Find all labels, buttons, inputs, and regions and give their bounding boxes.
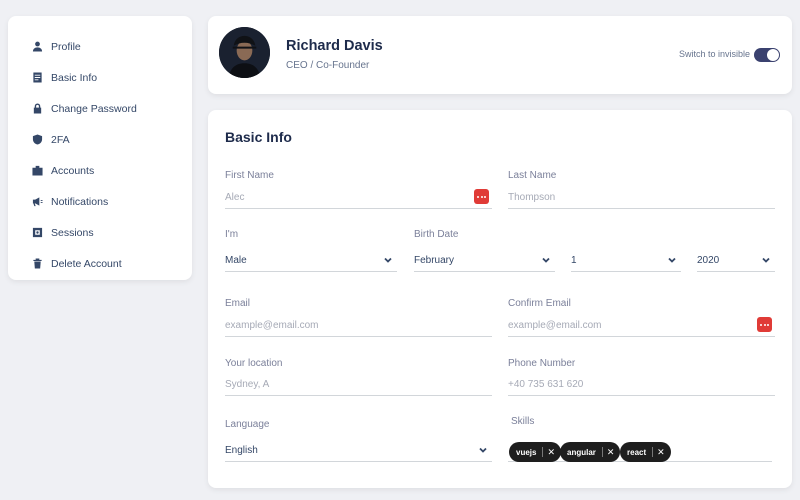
shield-icon [30, 133, 44, 147]
sidebar-item-label: Profile [51, 40, 81, 53]
remove-icon[interactable]: ✕ [607, 447, 615, 458]
profile-name: Richard Davis [286, 38, 383, 54]
chevron-down-icon [761, 255, 771, 265]
sidebar-item-label: Basic Info [51, 71, 98, 84]
chevron-down-icon [478, 445, 488, 455]
skill-chip: react ✕ [620, 442, 671, 462]
sidebar-item-label: Delete Account [51, 257, 122, 270]
last-name-input[interactable]: Thompson [508, 186, 775, 209]
birth-year-value: 2020 [697, 254, 720, 266]
password-manager-icon[interactable] [757, 317, 772, 332]
sidebar-item-basic-info[interactable]: Basic Info [8, 62, 192, 93]
first-name-label: First Name [225, 170, 274, 181]
sidebar-item-notifications[interactable]: Notifications [8, 186, 192, 217]
email-placeholder: example@email.com [225, 319, 319, 331]
birth-year-select[interactable]: 2020 [697, 249, 775, 272]
phone-placeholder: +40 735 631 620 [508, 378, 584, 390]
invisible-toggle[interactable] [754, 48, 780, 62]
language-value: English [225, 444, 258, 456]
skills-label: Skills [511, 416, 535, 427]
sidebar-item-label: Notifications [51, 195, 109, 208]
birth-date-label: Birth Date [414, 229, 459, 240]
birth-day-value: 1 [571, 254, 577, 266]
chevron-down-icon [541, 255, 551, 265]
birth-month-value: February [414, 254, 455, 266]
remove-icon[interactable]: ✕ [547, 447, 555, 458]
section-title: Basic Info [225, 129, 292, 145]
sidebar-item-2fa[interactable]: 2FA [8, 124, 192, 155]
profile-card: Richard Davis CEO / Co-Founder Switch to… [208, 16, 792, 94]
confirm-email-label: Confirm Email [508, 298, 571, 309]
location-placeholder: Sydney, A [225, 378, 270, 390]
birth-month-select[interactable]: February [414, 249, 555, 272]
first-name-input[interactable]: Alec [225, 186, 492, 209]
sidebar-item-label: 2FA [51, 133, 70, 146]
sidebar-item-accounts[interactable]: Accounts [8, 155, 192, 186]
email-label: Email [225, 298, 251, 309]
megaphone-icon [30, 195, 44, 209]
first-name-placeholder: Alec [225, 191, 245, 203]
location-input[interactable]: Sydney, A [225, 373, 492, 396]
language-select[interactable]: English [225, 439, 492, 462]
toggle-knob [767, 49, 779, 61]
lock-icon [30, 102, 44, 116]
language-label: Language [225, 419, 270, 430]
settings-sidebar: Profile Basic Info Change Password 2FA A… [8, 16, 192, 280]
confirm-email-input[interactable]: example@email.com [508, 314, 775, 337]
sidebar-item-label: Change Password [51, 102, 137, 115]
document-icon [30, 71, 44, 85]
remove-icon[interactable]: ✕ [657, 447, 665, 458]
confirm-email-placeholder: example@email.com [508, 319, 602, 331]
sidebar-item-sessions[interactable]: Sessions [8, 217, 192, 248]
skill-chip-label: react [627, 447, 647, 457]
chevron-down-icon [667, 255, 677, 265]
sidebar-item-delete-account[interactable]: Delete Account [8, 248, 192, 279]
last-name-label: Last Name [508, 170, 557, 181]
email-input[interactable]: example@email.com [225, 314, 492, 337]
skill-chip: angular ✕ [560, 442, 621, 462]
sidebar-item-profile[interactable]: Profile [8, 31, 192, 62]
avatar [219, 27, 270, 78]
chevron-down-icon [383, 255, 393, 265]
profile-role: CEO / Co-Founder [286, 60, 370, 71]
location-label: Your location [225, 358, 283, 369]
last-name-placeholder: Thompson [508, 191, 556, 203]
skill-chip-label: vuejs [516, 447, 537, 457]
birth-day-select[interactable]: 1 [571, 249, 681, 272]
phone-label: Phone Number [508, 358, 576, 369]
invisible-label: Switch to invisible [678, 49, 750, 59]
gender-select[interactable]: Male [225, 249, 397, 272]
sidebar-item-label: Sessions [51, 226, 94, 239]
user-icon [30, 40, 44, 54]
skill-chip-label: angular [567, 447, 596, 457]
basic-info-card: Basic Info First Name Alec Last Name Tho… [208, 110, 792, 488]
password-manager-icon[interactable] [474, 189, 489, 204]
sidebar-item-label: Accounts [51, 164, 95, 177]
trash-icon [30, 257, 44, 271]
sidebar-item-change-password[interactable]: Change Password [8, 93, 192, 124]
gender-label: I'm [225, 229, 239, 240]
skill-chip: vuejs ✕ [509, 442, 562, 462]
badge-icon [30, 164, 44, 178]
session-icon [30, 226, 44, 240]
gender-value: Male [225, 254, 247, 266]
phone-input[interactable]: +40 735 631 620 [508, 373, 775, 396]
